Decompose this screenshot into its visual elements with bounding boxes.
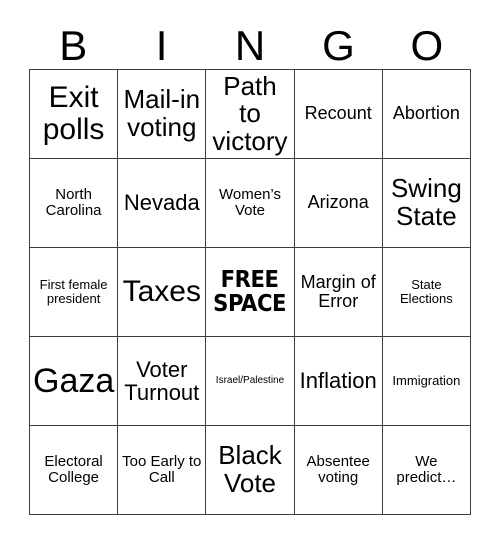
bingo-cell-label: First female president (39, 277, 108, 306)
bingo-cell-label: Voter Turnout (124, 356, 200, 405)
bingo-cell-r4c4[interactable]: Inflation (294, 337, 383, 426)
bingo-cell-r5c1[interactable]: Electoral College (30, 426, 119, 515)
bingo-cell-label: Gaza (33, 361, 115, 400)
bingo-cell-label: Arizona (307, 192, 369, 213)
bingo-cell-r3c4[interactable]: Margin of Error (294, 248, 383, 337)
bingo-cell-r1c3[interactable]: Path to victory (206, 70, 295, 159)
bingo-cell-label: Israel/Palestine (215, 374, 285, 386)
bingo-free-space-label: FREE SPACE (213, 266, 287, 317)
bingo-cell-r5c2[interactable]: Too Early to Call (118, 426, 207, 515)
bingo-cell-label: Absentee voting (306, 453, 370, 486)
bingo-cell-free-space[interactable]: FREE SPACE (206, 248, 295, 337)
bingo-cell-label: Taxes (122, 275, 201, 309)
bingo-cell-r3c2[interactable]: Taxes (118, 248, 207, 337)
bingo-cell-r1c1[interactable]: Exit polls (30, 70, 119, 159)
bingo-header-letter-i: I (155, 22, 168, 69)
bingo-cell-r2c2[interactable]: Nevada (118, 159, 207, 248)
bingo-cell-r4c5[interactable]: Immigration (382, 337, 471, 426)
bingo-cell-label: Margin of Error (300, 271, 376, 311)
bingo-cell-r2c4[interactable]: Arizona (294, 159, 383, 248)
bingo-cell-r4c2[interactable]: Voter Turnout (118, 337, 207, 426)
bingo-cell-r5c5[interactable]: We predict… (382, 426, 471, 515)
bingo-cell-label: Recount (304, 103, 372, 124)
bingo-header-letter-o: O (410, 22, 444, 69)
bingo-cell-r3c5[interactable]: State Elections (382, 248, 471, 337)
bingo-cell-label: Nevada (123, 190, 200, 216)
bingo-cell-r3c1[interactable]: First female president (30, 248, 119, 337)
bingo-cell-label: Swing State (390, 173, 462, 231)
bingo-cell-label: Black Vote (218, 440, 282, 498)
bingo-cell-r5c4[interactable]: Absentee voting (294, 426, 383, 515)
bingo-header-letter-b: B (59, 22, 88, 69)
bingo-cell-r4c1[interactable]: Gaza (30, 337, 119, 426)
bingo-cell-label: Too Early to Call (122, 453, 202, 486)
bingo-cell-label: Inflation (299, 368, 377, 394)
bingo-cell-r2c1[interactable]: North Carolina (30, 159, 119, 248)
bingo-cell-r2c5[interactable]: Swing State (382, 159, 471, 248)
bingo-cell-r2c3[interactable]: Women’s Vote (206, 159, 295, 248)
bingo-header-row: B I N G O (29, 16, 471, 69)
bingo-cell-label: Mail-in voting (123, 84, 201, 142)
bingo-header-letter-n: N (234, 22, 266, 69)
bingo-card: B I N G O Exit polls Mail-in voting Path… (0, 0, 500, 544)
bingo-cell-label: Immigration (392, 373, 461, 389)
bingo-cell-label: Path to victory (212, 70, 288, 156)
bingo-cell-label: Exit polls (42, 81, 105, 146)
bingo-cell-label: We predict… (396, 453, 457, 486)
bingo-cell-r5c3[interactable]: Black Vote (206, 426, 295, 515)
bingo-cell-r1c2[interactable]: Mail-in voting (118, 70, 207, 159)
bingo-cell-r1c5[interactable]: Abortion (382, 70, 471, 159)
bingo-header-letter-g: G (322, 22, 355, 69)
bingo-cell-label: Abortion (392, 103, 460, 124)
bingo-grid: Exit polls Mail-in voting Path to victor… (29, 69, 471, 515)
bingo-cell-label: North Carolina (45, 186, 102, 219)
bingo-cell-label: Women’s Vote (219, 186, 281, 219)
bingo-cell-label: Electoral College (44, 453, 103, 486)
bingo-cell-label: State Elections (400, 277, 453, 306)
bingo-cell-r1c4[interactable]: Recount (294, 70, 383, 159)
bingo-cell-r4c3[interactable]: Israel/Palestine (206, 337, 295, 426)
